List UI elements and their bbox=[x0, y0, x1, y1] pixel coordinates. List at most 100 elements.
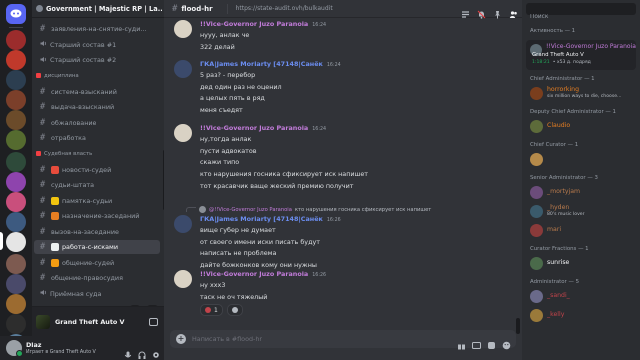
server-icon[interactable] bbox=[6, 254, 26, 274]
server-icon[interactable] bbox=[6, 314, 26, 334]
member-group-title: Активность — 1 bbox=[530, 28, 576, 34]
member-group-title: Senior Administrator — 3 bbox=[530, 175, 598, 181]
server-icon[interactable] bbox=[6, 30, 26, 50]
message-line: 322 делай bbox=[200, 42, 235, 51]
attach-plus-icon[interactable]: + bbox=[176, 334, 186, 344]
hash-icon: # bbox=[40, 164, 46, 175]
server-icon[interactable] bbox=[6, 274, 26, 294]
microphone-icon[interactable] bbox=[124, 344, 132, 358]
text-channel-item[interactable]: # вызов-на-заседание bbox=[34, 225, 160, 239]
text-channel-item[interactable]: # обжалование bbox=[34, 116, 160, 130]
server-icon[interactable] bbox=[6, 294, 26, 314]
hash-icon: # bbox=[40, 273, 46, 283]
member-item[interactable]: Claudio bbox=[526, 117, 636, 135]
message-author[interactable]: ГКА|James Moriarty [47148|Санёк bbox=[200, 60, 323, 68]
avatar bbox=[530, 256, 543, 270]
text-channel-item[interactable]: # памятка-судьи bbox=[34, 194, 160, 208]
avatar[interactable] bbox=[174, 124, 192, 142]
message-author[interactable]: !!Vice-Governor Juzo Paranoia bbox=[200, 270, 308, 278]
member-name: _mortyjam bbox=[547, 188, 581, 195]
message-input[interactable] bbox=[192, 335, 432, 343]
reply-line bbox=[186, 207, 196, 212]
member-item[interactable]: _mortyjam bbox=[526, 183, 636, 201]
message-author[interactable]: ГКА|James Moriarty [47148|Санёк bbox=[200, 215, 323, 223]
emoji-icon[interactable] bbox=[502, 335, 511, 349]
gif-icon[interactable] bbox=[472, 335, 481, 349]
text-channel-item[interactable]: # выдача-взысканий bbox=[34, 100, 160, 114]
threads-icon[interactable] bbox=[461, 4, 470, 18]
reactions-bar: 1 bbox=[200, 304, 243, 316]
avatar bbox=[530, 86, 543, 100]
text-channel-item[interactable]: # система-взысканий bbox=[34, 85, 160, 99]
channel-category[interactable]: Судебная власть bbox=[36, 151, 92, 157]
server-icon[interactable] bbox=[6, 232, 26, 252]
member-search bbox=[526, 3, 636, 23]
user-status: Играет в Grand Theft Auto V bbox=[26, 349, 96, 355]
divider bbox=[226, 3, 228, 14]
server-icon[interactable] bbox=[6, 212, 26, 232]
hash-icon: # bbox=[40, 102, 46, 112]
screen-share-icon[interactable] bbox=[149, 317, 158, 326]
avatar bbox=[530, 308, 543, 322]
server-badge-icon bbox=[36, 5, 43, 12]
reply-preview[interactable]: @!!Vice-Governor Juzo Paranoia кто наруше… bbox=[186, 206, 431, 213]
text-channel-item[interactable]: # работа-с-исками bbox=[34, 240, 160, 254]
server-icon[interactable] bbox=[6, 70, 26, 90]
reaction-button[interactable] bbox=[226, 304, 243, 316]
voice-channel-item[interactable]: Приёмная суда bbox=[34, 287, 160, 301]
text-channel-item[interactable]: # общение-судей bbox=[34, 256, 160, 270]
avatar[interactable] bbox=[174, 60, 192, 78]
activity-card[interactable]: !!Vice-Governor Juzo Paranoia Grand Thef… bbox=[526, 40, 636, 70]
message-author[interactable]: !!Vice-Governor Juzo Paranoia bbox=[200, 124, 308, 132]
server-icon[interactable] bbox=[6, 192, 26, 212]
member-item[interactable]: _sandi_ bbox=[526, 287, 636, 305]
bell-icon[interactable] bbox=[477, 4, 486, 19]
server-icon[interactable] bbox=[6, 172, 26, 192]
avatar[interactable] bbox=[174, 270, 192, 288]
server-header[interactable]: Government | Majestic RP | La... bbox=[32, 0, 164, 18]
member-name: _kelly bbox=[547, 311, 565, 318]
reaction-button[interactable]: 1 bbox=[200, 304, 223, 316]
text-channel-item[interactable]: # назначение-заседаний bbox=[34, 209, 160, 223]
voice-channel-item[interactable]: Старший состав #2 bbox=[34, 53, 160, 67]
avatar[interactable] bbox=[6, 340, 23, 357]
server-icon[interactable] bbox=[6, 152, 26, 172]
member-item[interactable] bbox=[526, 150, 636, 168]
sticker-icon[interactable] bbox=[487, 335, 496, 349]
pin-icon[interactable] bbox=[493, 4, 502, 19]
member-item[interactable]: mari bbox=[526, 221, 636, 239]
text-channel-item[interactable]: # заявления-на-снятие-суди... bbox=[34, 22, 160, 36]
channel-label: выдача-взысканий bbox=[51, 103, 115, 111]
member-name: _sandi_ bbox=[547, 292, 570, 299]
chat-message: ГКА|James Moriarty [47148|Санёк 16:24 5 ра… bbox=[174, 60, 514, 117]
member-list-icon[interactable] bbox=[509, 4, 518, 18]
direct-messages-button[interactable] bbox=[6, 4, 26, 24]
member-item[interactable]: sunrise bbox=[526, 254, 636, 272]
member-item[interactable]: _kelly bbox=[526, 306, 636, 324]
server-icon[interactable] bbox=[6, 110, 26, 130]
channel-label: Приёмная суда bbox=[50, 289, 102, 298]
member-item[interactable]: horrorking six million ways to die, choos… bbox=[526, 84, 636, 102]
server-icon[interactable] bbox=[6, 130, 26, 150]
channel-topic[interactable]: https://state-audit.ovh/bulkaudit bbox=[236, 5, 333, 12]
text-channel-item[interactable]: # судьи-штата bbox=[34, 178, 160, 192]
text-channel-item[interactable]: # отработка bbox=[34, 131, 160, 145]
category-icon bbox=[36, 151, 41, 156]
text-channel-item[interactable]: # новости-судей bbox=[34, 163, 160, 177]
headphones-icon[interactable] bbox=[138, 344, 146, 359]
search-input[interactable] bbox=[526, 11, 626, 23]
server-icon[interactable] bbox=[6, 90, 26, 110]
channel-category[interactable]: дисциплина bbox=[36, 73, 79, 79]
text-channel-item[interactable]: # общение-правосудия bbox=[34, 271, 160, 285]
avatar[interactable] bbox=[174, 215, 192, 233]
avatar[interactable] bbox=[174, 20, 192, 38]
avatar bbox=[530, 204, 543, 218]
voice-channel-item[interactable]: Старший состав #1 bbox=[34, 38, 160, 52]
gift-icon[interactable] bbox=[457, 335, 466, 349]
gear-icon[interactable] bbox=[152, 344, 160, 358]
message-scrollbar[interactable] bbox=[516, 318, 520, 334]
hash-icon: # bbox=[40, 117, 46, 128]
server-icon[interactable] bbox=[6, 50, 26, 70]
member-item[interactable]: _hyden 80's music lover bbox=[526, 202, 636, 220]
message-author[interactable]: !!Vice-Governor Juzo Paranoia bbox=[200, 20, 308, 28]
